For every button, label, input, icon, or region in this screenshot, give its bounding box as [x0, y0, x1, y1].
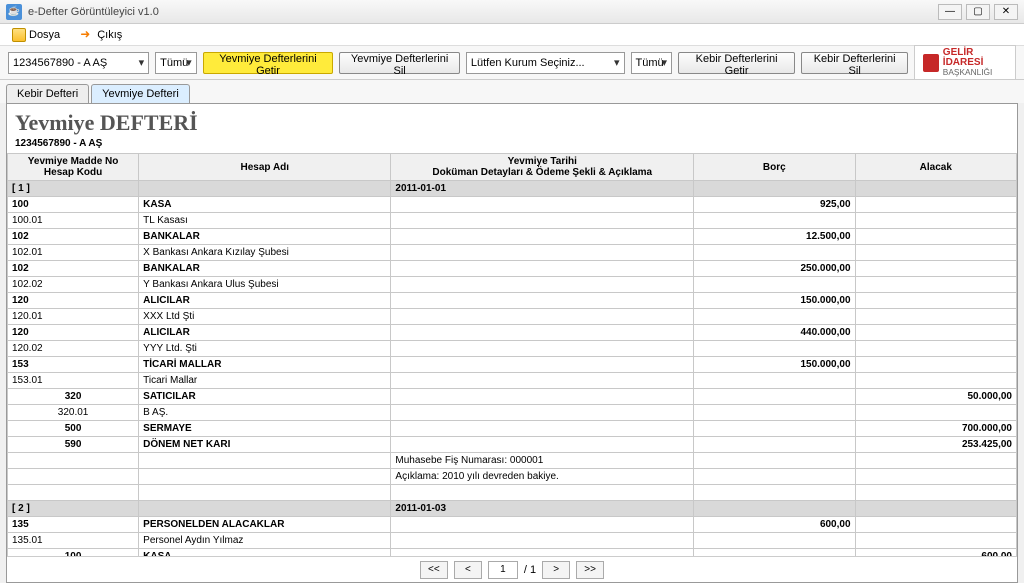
pager-page-input[interactable] — [488, 561, 518, 579]
exit-icon — [80, 28, 94, 42]
gib-logo-icon — [923, 54, 939, 72]
app-icon: ☕ — [6, 4, 22, 20]
table-row: 102BANKALAR12.500,00 — [8, 229, 1017, 245]
kebir-getir-button[interactable]: Kebir Defterlerini Getir — [678, 52, 795, 74]
kebir-sil-button[interactable]: Kebir Defterlerini Sil — [801, 52, 908, 74]
yevmiye-sil-button[interactable]: Yevmiye Defterlerini Sil — [339, 52, 460, 74]
minimize-button[interactable]: — — [938, 4, 962, 20]
pager-next[interactable]: > — [542, 561, 570, 579]
table-row: 320.01B AŞ. — [8, 405, 1017, 421]
table-row: 590DÖNEM NET KARI253.425,00 — [8, 437, 1017, 453]
tabs: Kebir Defteri Yevmiye Defteri — [0, 80, 1024, 103]
toolbar: 1234567890 - A AŞ Tümü Yevmiye Defterler… — [0, 46, 1024, 80]
col-header-alacak: Alacak — [855, 154, 1016, 181]
tab-kebir[interactable]: Kebir Defteri — [6, 84, 89, 103]
menu-cikis-label: Çıkış — [97, 29, 122, 41]
table-row: 102.02Y Bankası Ankara Ulus Şubesi — [8, 277, 1017, 293]
pager-total: / 1 — [524, 564, 536, 576]
table-row: 102.01X Bankası Ankara Kızılay Şubesi — [8, 245, 1017, 261]
table-row: 100.01TL Kasası — [8, 213, 1017, 229]
menu-dosya[interactable]: Dosya — [6, 26, 66, 44]
tab-yevmiye[interactable]: Yevmiye Defteri — [91, 84, 190, 103]
pager: << < / 1 > >> — [7, 556, 1017, 582]
report-area: Yevmiye DEFTERİ 1234567890 - A AŞ Yevmiy… — [6, 103, 1018, 583]
table-row: 100KASA600,00 — [8, 549, 1017, 557]
grid-scroll[interactable]: Yevmiye Madde NoHesap Kodu Hesap Adı Yev… — [7, 153, 1017, 556]
report-title: Yevmiye DEFTERİ — [7, 104, 1017, 138]
table-row: 153.01Ticari Mallar — [8, 373, 1017, 389]
table-row: 500SERMAYE700.000,00 — [8, 421, 1017, 437]
table-row: 120ALICILAR150.000,00 — [8, 293, 1017, 309]
table-row: 102BANKALAR250.000,00 — [8, 261, 1017, 277]
titlebar: ☕ e-Defter Görüntüleyici v1.0 — ▢ ✕ — [0, 0, 1024, 24]
table-row: 100KASA925,00 — [8, 197, 1017, 213]
table-row: [ 2 ]2011-01-03 — [8, 501, 1017, 517]
table-row: 120.01XXX Ltd Şti — [8, 309, 1017, 325]
gib-logo: GELİR İDARESİBAŞKANLIĞI — [914, 45, 1016, 79]
table-row: 135PERSONELDEN ALACAKLAR600,00 — [8, 517, 1017, 533]
col-header-desc: Yevmiye TarihiDoküman Detayları & Ödeme … — [391, 154, 694, 181]
col-header-borc: Borç — [694, 154, 855, 181]
close-button[interactable]: ✕ — [994, 4, 1018, 20]
table-row: 320SATICILAR50.000,00 — [8, 389, 1017, 405]
report-subtitle: 1234567890 - A AŞ — [7, 138, 1017, 153]
menu-cikis[interactable]: Çıkış — [74, 26, 128, 44]
period-select-2[interactable]: Tümü — [631, 52, 672, 74]
table-row: 120.02YYY Ltd. Şti — [8, 341, 1017, 357]
table-row: 153TİCARİ MALLAR150.000,00 — [8, 357, 1017, 373]
pager-prev[interactable]: < — [454, 561, 482, 579]
window-title: e-Defter Görüntüleyici v1.0 — [28, 6, 938, 18]
table-row: 120ALICILAR440.000,00 — [8, 325, 1017, 341]
kurum-select[interactable]: Lütfen Kurum Seçiniz... — [466, 52, 625, 74]
table-row: Muhasebe Fiş Numarası: 000001 — [8, 453, 1017, 469]
maximize-button[interactable]: ▢ — [966, 4, 990, 20]
table-row — [8, 485, 1017, 501]
period-select-1[interactable]: Tümü — [155, 52, 196, 74]
pager-first[interactable]: << — [420, 561, 448, 579]
folder-icon — [12, 28, 26, 42]
col-header-code: Yevmiye Madde NoHesap Kodu — [8, 154, 139, 181]
menu-dosya-label: Dosya — [29, 29, 60, 41]
yevmiye-getir-button[interactable]: Yevmiye Defterlerini Getir — [203, 52, 334, 74]
table-row: 135.01Personel Aydın Yılmaz — [8, 533, 1017, 549]
menubar: Dosya Çıkış — [0, 24, 1024, 46]
table-row: Açıklama: 2010 yılı devreden bakiye. — [8, 469, 1017, 485]
ledger-table: Yevmiye Madde NoHesap Kodu Hesap Adı Yev… — [7, 153, 1017, 556]
table-row: [ 1 ]2011-01-01 — [8, 181, 1017, 197]
pager-last[interactable]: >> — [576, 561, 604, 579]
col-header-name: Hesap Adı — [139, 154, 391, 181]
company-select[interactable]: 1234567890 - A AŞ — [8, 52, 149, 74]
